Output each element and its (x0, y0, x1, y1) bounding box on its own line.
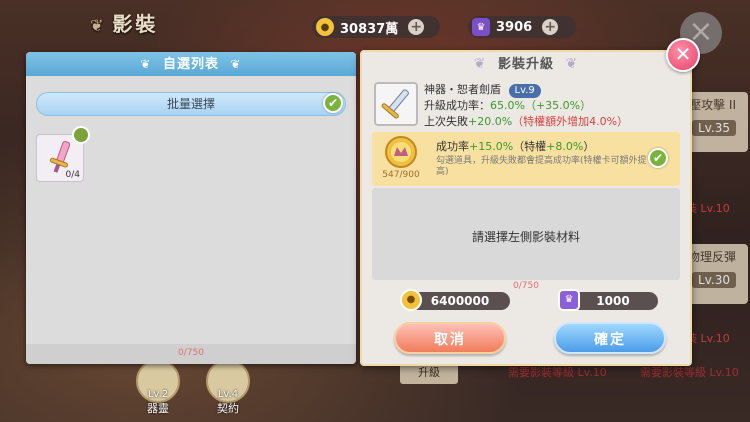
selection-list-footer: 0/750 (26, 344, 356, 364)
materials-placeholder: 請選擇左側影裝材料 (471, 230, 580, 244)
side-skill-name: 壓攻擊 II (689, 98, 736, 112)
selection-list-panel: ❦ 自選列表 ❦ 批量選擇 ✔ 0/4 0/750 (26, 52, 356, 364)
batch-select-label: 批量選擇 (166, 97, 215, 111)
gem-icon: ♛ (472, 18, 490, 36)
last-fail-label: 上次失敗 (424, 115, 468, 128)
check-icon: ✔ (323, 93, 343, 113)
gold-amount: 30837萬 (340, 21, 399, 37)
bonus-priv-close: ） (583, 140, 595, 153)
selection-capacity: 0/750 (178, 348, 204, 358)
gem-amount: 3906 (496, 19, 533, 35)
close-button[interactable]: ✕ (666, 38, 700, 72)
bonus-rate-value: +15.0% (469, 140, 514, 153)
gem-currency: ♛ 3906 + (468, 16, 576, 38)
add-gem-button[interactable]: + (542, 19, 559, 35)
check-icon[interactable]: ✔ (648, 148, 668, 168)
gold-coin-icon: ● (400, 289, 422, 311)
upgrade-dialog-header: ❦ 影裝升級 ❦ (362, 52, 690, 76)
upgrade-dialog-title: 影裝升級 (497, 57, 554, 72)
bonus-item-row[interactable]: 547/900 成功率+15.0%（特權+8.0%） 勾選道具，升級失敗都會提高… (372, 132, 680, 186)
requirement-text: 需要影裝等級 Lv.10 (640, 366, 739, 379)
page-title: 影裝 (90, 8, 158, 37)
skill-label: 契約 (217, 402, 239, 415)
materials-area[interactable]: 請選擇左側影裝材料 (372, 188, 680, 280)
gem-icon: ♛ (558, 289, 580, 311)
gold-cost-value: 6400000 (430, 294, 490, 308)
medal-progress: 547/900 (382, 170, 420, 180)
wing-left-icon: ❦ (473, 56, 487, 72)
skill-label: 器靈 (147, 402, 169, 415)
item-level-badge: Lv.9 (508, 84, 541, 98)
batch-select-button[interactable]: 批量選擇 ✔ (36, 92, 346, 116)
bonus-rate: 成功率+15.0%（特權+8.0%） (436, 138, 594, 154)
item-selected-indicator (72, 126, 90, 144)
wing-right-icon: ❦ (230, 57, 242, 71)
gem-cost-value: 1000 (596, 294, 630, 308)
gold-coin-icon: ● (316, 18, 334, 36)
wing-left-icon: ❦ (140, 57, 152, 71)
gem-cost: ♛ 1000 (558, 289, 658, 311)
bonus-rate-label: 成功率 (436, 140, 469, 153)
wing-right-icon: ❦ (565, 56, 579, 72)
sword-icon (381, 89, 409, 119)
selection-list-title: 自選列表 (162, 57, 219, 72)
selection-list-header: ❦ 自選列表 ❦ (26, 52, 356, 76)
success-rate-value: 65.0% (490, 99, 525, 112)
skill-level: Lv.4 (217, 389, 239, 400)
confirm-button[interactable]: 確定 (554, 322, 666, 354)
success-rate-bonus: （+35.0%） (524, 99, 592, 112)
last-fail-value: +20.0% (468, 115, 513, 128)
add-gold-button[interactable]: + (408, 19, 425, 35)
gold-cost: ● 6400000 (400, 289, 510, 311)
item-count: 0/4 (65, 170, 80, 180)
side-requirement: 裝 Lv.10 (686, 332, 730, 345)
success-rate-label: 升級成功率： (424, 99, 490, 112)
cancel-button[interactable]: 取消 (394, 322, 506, 354)
last-fail-extra: （特權額外增加4.0%） (512, 115, 629, 128)
item-info: 神器・恕者劍盾 Lv.9 升級成功率：65.0%（+35.0%） 上次失敗+20… (424, 82, 628, 130)
bonus-priv-label: （特權 (513, 140, 547, 153)
requirement-text: 需要影裝等級 Lv.10 (508, 366, 607, 379)
side-skill-level: Lv.35 (692, 120, 736, 136)
equipment-slot[interactable] (374, 82, 418, 126)
side-requirement: 裝 Lv.10 (686, 202, 730, 215)
side-skill-level: Lv.30 (692, 272, 736, 288)
item-name: 神器・恕者劍盾 (424, 83, 501, 96)
side-skill-name: 物理反彈 (687, 250, 736, 264)
bonus-description: 勾選道具，升級失敗都會提高成功率(特權卡可額外提高) (436, 156, 647, 177)
skill-level: Lv.2 (147, 389, 169, 400)
skill-slot[interactable]: Lv.2 器靈 (136, 359, 180, 416)
upgrade-dialog: ❦ 影裝升級 ❦ ✕ 神器・恕者劍盾 Lv.9 升級成功率：65.0%（+35.… (360, 38, 700, 366)
medal-icon (385, 136, 417, 168)
gold-currency: ● 30837萬 + (312, 16, 440, 38)
bonus-priv-value: +8.0% (546, 140, 584, 153)
skill-slot[interactable]: Lv.4 契約 (206, 359, 250, 416)
